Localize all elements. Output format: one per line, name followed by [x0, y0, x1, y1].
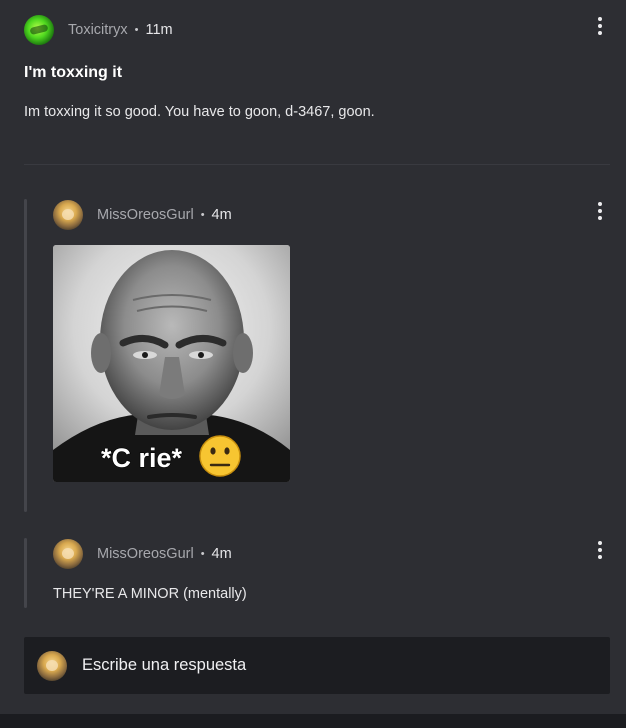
- comment-text: THEY'RE A MINOR (mentally): [53, 586, 247, 602]
- comment-thread-line[interactable]: [24, 538, 27, 608]
- comment-meta: MissOreosGurl • 4m: [97, 207, 232, 223]
- meta-separator: •: [134, 24, 139, 36]
- reply-input[interactable]: [80, 655, 564, 676]
- meta-separator: •: [200, 209, 205, 221]
- post-divider: [24, 164, 610, 165]
- post-header: Toxicitryx • 11m: [24, 14, 173, 46]
- post-time: 11m: [145, 22, 173, 38]
- comment-header: MissOreosGurl • 4m: [53, 199, 232, 231]
- image-caption: *C rie*: [101, 443, 183, 473]
- comment-header: MissOreosGurl • 4m: [53, 538, 232, 570]
- comment-time: 4m: [211, 207, 232, 223]
- comment-thread-line[interactable]: [24, 199, 27, 512]
- meta-separator: •: [200, 548, 205, 560]
- comment-author[interactable]: MissOreosGurl: [97, 207, 194, 223]
- post-author[interactable]: Toxicitryx: [68, 22, 128, 38]
- comment-meta: MissOreosGurl • 4m: [97, 546, 232, 562]
- post-more-options-icon[interactable]: [592, 15, 608, 37]
- comment-more-options-icon[interactable]: [592, 539, 608, 561]
- comment-more-options-icon[interactable]: [592, 200, 608, 222]
- neutral-face-icon: [199, 435, 241, 477]
- post-title: I'm toxxing it: [24, 64, 123, 81]
- comment-time: 4m: [211, 546, 232, 562]
- commenter-avatar[interactable]: [53, 539, 83, 569]
- author-avatar[interactable]: [24, 15, 54, 45]
- comment-image[interactable]: *C rie*: [53, 245, 290, 482]
- post-card: Toxicitryx • 11m I'm toxxing it Im toxxi…: [0, 0, 626, 714]
- post-body: Im toxxing it so good. You have to goon,…: [24, 104, 375, 120]
- comment-author[interactable]: MissOreosGurl: [97, 546, 194, 562]
- reply-box[interactable]: [24, 637, 610, 694]
- page-bottom-strip: [0, 714, 626, 728]
- post-meta: Toxicitryx • 11m: [68, 22, 173, 38]
- commenter-avatar[interactable]: [53, 200, 83, 230]
- current-user-avatar: [37, 650, 67, 681]
- stern-man-photo: *C rie*: [53, 245, 290, 482]
